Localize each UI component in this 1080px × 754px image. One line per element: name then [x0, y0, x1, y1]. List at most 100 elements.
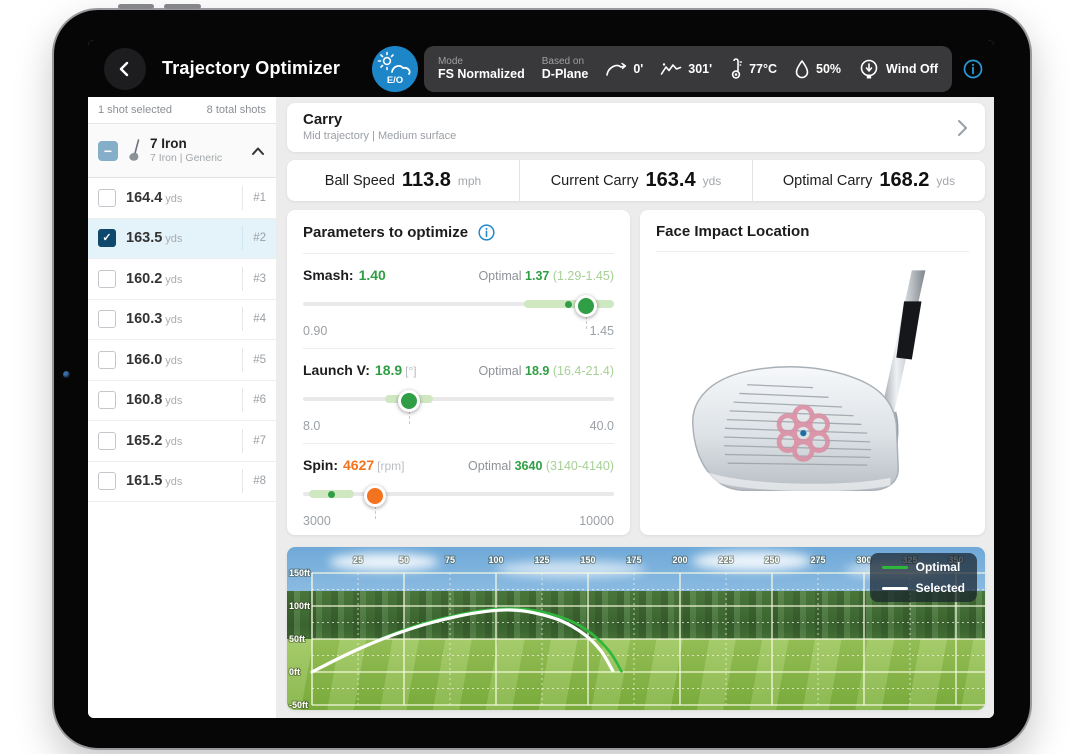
svg-text:150ft: 150ft [289, 568, 310, 578]
handle-tick [409, 411, 410, 424]
svg-text:-50ft: -50ft [289, 700, 308, 710]
chevron-right-icon[interactable] [955, 118, 969, 138]
slider-max-label: 1.45 [590, 324, 614, 338]
shot-checkbox[interactable] [98, 229, 116, 247]
current-carry-stat: Current Carry 163.4 yds [519, 160, 752, 201]
shot-checkbox[interactable] [98, 472, 116, 490]
trajectory-arc-icon [605, 60, 627, 78]
impact-center-dot [800, 430, 806, 436]
slider-handle[interactable] [575, 295, 597, 317]
optimal-carry-stat: Optimal Carry 168.2 yds [752, 160, 985, 201]
svg-text:100: 100 [488, 555, 503, 565]
club-name: 7 Iron [150, 136, 222, 152]
shot-list-sidebar: 1 shot selected 8 total shots 7 Iron 7 I… [88, 97, 277, 718]
shot-checkbox[interactable] [98, 310, 116, 328]
main-content: Carry Mid trajectory | Medium surface Ba… [276, 97, 994, 718]
total-count: 8 total shots [207, 104, 266, 116]
chevron-up-icon[interactable] [250, 145, 266, 157]
svg-text:175: 175 [626, 555, 641, 565]
svg-text:75: 75 [445, 555, 455, 565]
trajectory-chart: 2550751001251501752002252502753003253501… [287, 547, 985, 710]
sun-cloud-eo-icon: E/O [372, 46, 418, 92]
optimal-line-swatch [882, 566, 908, 569]
iron-club-image [658, 269, 968, 514]
carry-header-card[interactable]: Carry Mid trajectory | Medium surface [287, 103, 985, 152]
temperature-readout: 77°C [729, 58, 777, 80]
shot-row[interactable]: 163.5yds #2 [88, 219, 276, 260]
mode-readout: Mode FS Normalized [438, 56, 525, 82]
face-impact-card: Face Impact Location [640, 210, 985, 535]
volume-button [164, 4, 201, 9]
launch-slider[interactable] [303, 387, 614, 417]
elevation-mountain-icon [660, 61, 682, 77]
svg-text:250: 250 [764, 555, 779, 565]
optimal-marker-dot [565, 301, 572, 308]
club-group-header[interactable]: 7 Iron 7 Iron | Generic [88, 124, 276, 178]
svg-text:125: 125 [534, 555, 549, 565]
optimal-marker-dot [328, 491, 335, 498]
screenshot-stage: Trajectory Optimizer E/O Mode FS Normali… [0, 0, 1080, 754]
parameters-title: Parameters to optimize [303, 224, 468, 241]
slider-min-label: 8.0 [303, 419, 320, 433]
shot-row[interactable]: 165.2yds #7 [88, 421, 276, 462]
svg-text:E/O: E/O [387, 75, 403, 86]
slider-min-label: 0.90 [303, 324, 327, 338]
tablet-frame: Trajectory Optimizer E/O Mode FS Normali… [52, 8, 1032, 750]
info-button[interactable] [962, 58, 984, 80]
shot-row[interactable]: 160.3yds #4 [88, 300, 276, 341]
svg-text:225: 225 [718, 555, 733, 565]
svg-text:200: 200 [672, 555, 687, 565]
svg-text:50ft: 50ft [289, 634, 305, 644]
group-checkbox-indeterminate-icon[interactable] [98, 141, 118, 161]
info-circle-icon[interactable] [477, 223, 496, 242]
smash-slider[interactable] [303, 292, 614, 322]
wind-readout: Wind Off [858, 58, 938, 80]
based-on-readout: Based on D-Plane [542, 56, 589, 82]
slider-max-label: 40.0 [590, 419, 614, 433]
shot-checkbox[interactable] [98, 432, 116, 450]
front-camera [63, 371, 70, 378]
selected-line-swatch [882, 587, 908, 590]
back-button[interactable] [104, 48, 146, 90]
shot-checkbox[interactable] [98, 270, 116, 288]
shot-row[interactable]: 161.5yds #8 [88, 462, 276, 503]
environment-optimizer-button[interactable]: E/O [372, 46, 418, 92]
shot-list-summary: 1 shot selected 8 total shots [88, 97, 276, 124]
app-screen: Trajectory Optimizer E/O Mode FS Normali… [88, 40, 994, 718]
shaft-band [896, 301, 921, 359]
page-title: Trajectory Optimizer [162, 58, 340, 79]
shot-row[interactable]: 166.0yds #5 [88, 340, 276, 381]
svg-text:50: 50 [399, 555, 409, 565]
elevation-readout: 301' [660, 61, 712, 77]
svg-text:275: 275 [810, 555, 825, 565]
shot-checkbox[interactable] [98, 351, 116, 369]
face-impact-title: Face Impact Location [656, 223, 969, 252]
info-circle-icon [962, 58, 984, 80]
top-bar: Trajectory Optimizer E/O Mode FS Normali… [88, 40, 994, 97]
svg-text:25: 25 [353, 555, 363, 565]
parameters-card: Parameters to optimize Smash: 1.40 Optim… [287, 210, 630, 535]
smash-parameter: Smash: 1.40 Optimal 1.37 (1.29-1.45) 0.9… [303, 254, 614, 349]
spin-slider[interactable] [303, 482, 614, 512]
shot-checkbox[interactable] [98, 391, 116, 409]
selected-count: 1 shot selected [98, 104, 172, 116]
slider-min-label: 3000 [303, 514, 331, 528]
slider-track[interactable] [303, 397, 614, 401]
thermometer-icon [729, 58, 743, 80]
shot-row[interactable]: 160.8yds #6 [88, 381, 276, 422]
shot-row[interactable]: 160.2yds #3 [88, 259, 276, 300]
spin-parameter: Spin: 4627 [rpm] Optimal 3640 (3140-4140… [303, 444, 614, 538]
shot-checkbox[interactable] [98, 189, 116, 207]
carry-subtitle: Mid trajectory | Medium surface [303, 130, 456, 144]
shot-row[interactable]: 164.4yds #1 [88, 178, 276, 219]
slider-handle[interactable] [398, 390, 420, 412]
loft-readout: 0' [605, 60, 643, 78]
legend-optimal: Optimal [882, 560, 965, 574]
volume-button [118, 4, 154, 9]
handle-tick [375, 506, 376, 519]
svg-text:150: 150 [580, 555, 595, 565]
legend-selected: Selected [882, 581, 965, 595]
svg-text:100ft: 100ft [289, 601, 310, 611]
slider-handle[interactable] [364, 485, 386, 507]
humidity-readout: 50% [794, 59, 841, 79]
